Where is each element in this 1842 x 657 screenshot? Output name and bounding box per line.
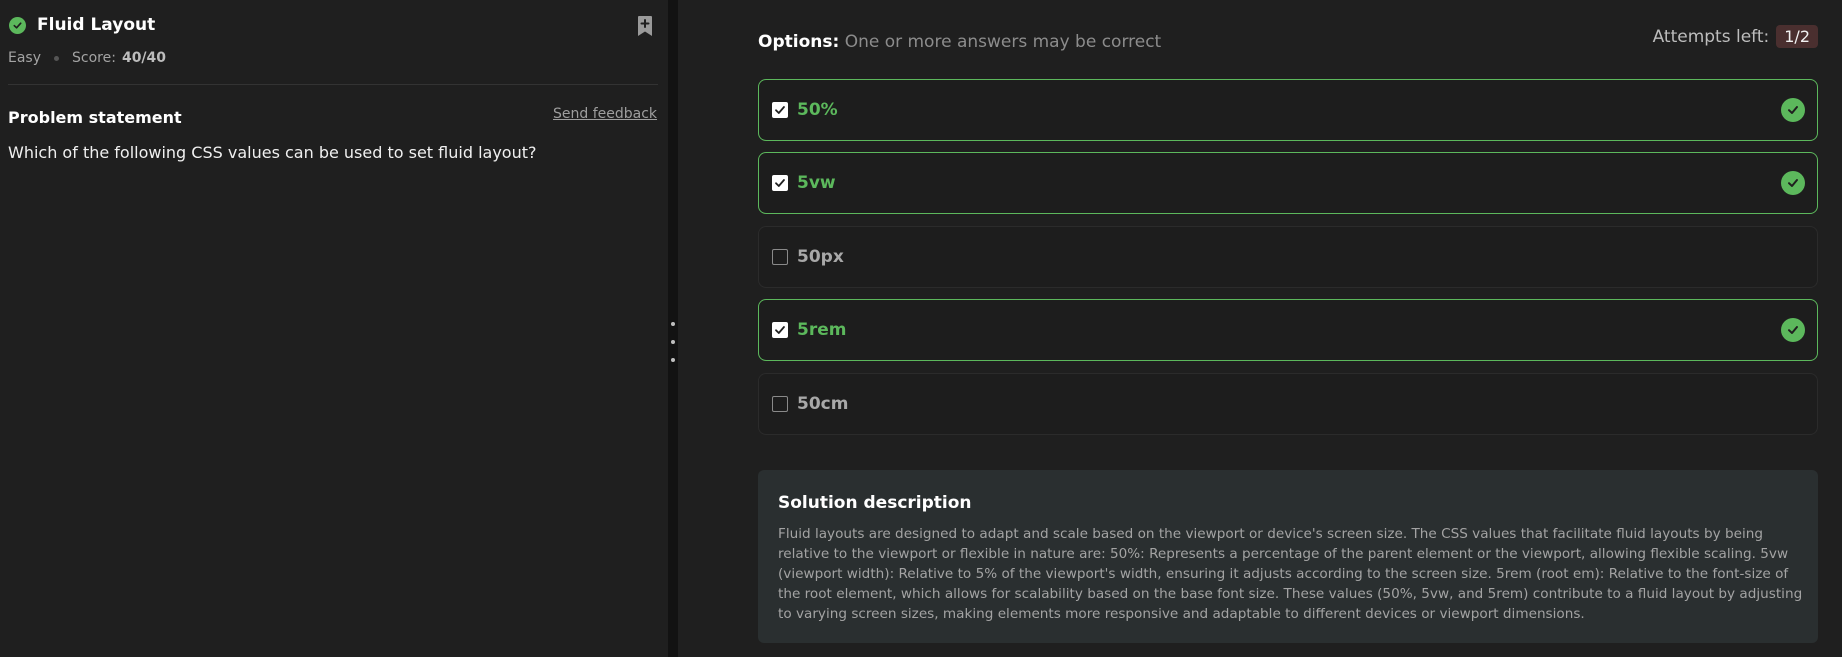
problem-statement-heading: Problem statement xyxy=(8,108,182,127)
option-label: 5vw xyxy=(797,173,836,193)
title-row: Fluid Layout xyxy=(9,15,155,35)
option-50cm[interactable]: 50cm xyxy=(758,373,1818,435)
checkbox-icon[interactable] xyxy=(772,396,788,412)
checkbox-icon[interactable] xyxy=(772,102,788,118)
separator-dot xyxy=(54,55,60,61)
options-label: Options: xyxy=(758,32,840,52)
correct-check-icon xyxy=(1781,318,1805,342)
option-label: 50% xyxy=(797,100,838,120)
option-label: 5rem xyxy=(797,320,847,340)
options-header: Options: One or more answers may be corr… xyxy=(758,32,1161,52)
bookmark-plus-icon[interactable] xyxy=(635,15,655,37)
solution-body: Fluid layouts are designed to adapt and … xyxy=(778,526,1803,622)
options-hint: One or more answers may be correct xyxy=(844,32,1162,52)
checkbox-icon[interactable] xyxy=(772,175,788,191)
checkbox-icon[interactable] xyxy=(772,322,788,338)
option-5rem[interactable]: 5rem xyxy=(758,299,1818,361)
problem-panel: Fluid Layout Easy Score: 40/40 Problem s… xyxy=(0,0,668,657)
correct-check-icon xyxy=(1781,98,1805,122)
divider-line xyxy=(8,84,658,85)
score-label: Score: xyxy=(72,50,116,66)
problem-meta: Easy Score: 40/40 xyxy=(8,50,166,66)
problem-title: Fluid Layout xyxy=(37,15,156,35)
score-value: 40/40 xyxy=(121,50,167,66)
answer-panel: Options: One or more answers may be corr… xyxy=(678,0,1842,657)
checkbox-icon[interactable] xyxy=(772,249,788,265)
send-feedback-link[interactable]: Send feedback xyxy=(553,106,657,122)
solution-title: Solution description xyxy=(778,493,972,513)
option-50-percent[interactable]: 50% xyxy=(758,79,1818,141)
solution-box: Solution description Fluid layouts are d… xyxy=(758,470,1818,643)
attempts-label: Attempts left: xyxy=(1652,26,1770,47)
option-label: 50cm xyxy=(797,394,849,414)
drag-handle-icon[interactable] xyxy=(671,322,675,362)
option-label: 50px xyxy=(797,247,844,267)
attempts-indicator: Attempts left: 1/2 xyxy=(1653,25,1818,48)
option-5vw[interactable]: 5vw xyxy=(758,152,1818,214)
question-text: Which of the following CSS values can be… xyxy=(8,143,537,162)
option-50px[interactable]: 50px xyxy=(758,226,1818,288)
correct-check-icon xyxy=(1781,171,1805,195)
solved-check-icon xyxy=(9,16,26,34)
difficulty-label: Easy xyxy=(8,50,42,66)
attempts-badge: 1/2 xyxy=(1776,25,1818,48)
